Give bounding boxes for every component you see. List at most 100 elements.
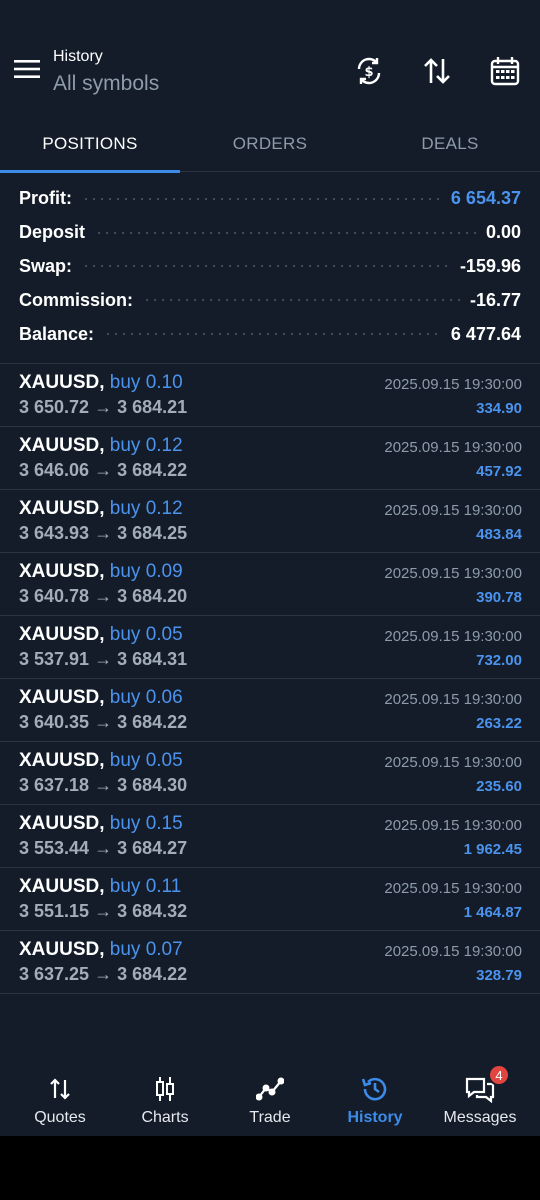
symbol-name: XAUUSD, — [19, 750, 105, 771]
position-profit: 732.00 — [476, 652, 522, 669]
nav-quotes[interactable]: Quotes — [6, 1060, 114, 1136]
summary-row-profit: Profit: 6 654.37 — [0, 182, 540, 216]
trade-icon-wrap — [216, 1074, 324, 1104]
page-subtitle: History — [53, 48, 103, 65]
menu-icon — [14, 60, 40, 78]
position-profit: 263.22 — [476, 715, 522, 732]
bottom-navigation: Quotes Charts Trade History 4 Messages — [0, 1060, 540, 1136]
position-symbol: XAUUSD, buy 0.09 — [19, 561, 183, 583]
dotted-leader — [104, 333, 441, 336]
tab-orders-label: ORDERS — [232, 134, 308, 153]
nav-quotes-label: Quotes — [34, 1109, 86, 1126]
position-time: 2025.09.15 19:30:00 — [384, 943, 522, 960]
position-symbol: XAUUSD, buy 0.12 — [19, 435, 183, 457]
charts-icon — [156, 1077, 174, 1101]
summary-row-balance: Balance: 6 477.64 — [0, 317, 540, 351]
app-window: History All symbols $ POSITIONS ORDERS D… — [0, 0, 540, 1136]
position-profit: 457.92 — [476, 463, 522, 480]
position-time: 2025.09.15 19:30:00 — [384, 502, 522, 519]
position-time: 2025.09.15 19:30:00 — [384, 691, 522, 708]
position-prices: 3 553.44 → 3 684.27 — [19, 838, 188, 858]
position-row[interactable]: XAUUSD, buy 0.12 3 646.06 → 3 684.22 202… — [0, 427, 540, 490]
position-row[interactable]: XAUUSD, buy 0.07 3 637.25 → 3 684.22 202… — [0, 931, 540, 994]
positions-list: XAUUSD, buy 0.10 3 650.72 → 3 684.21 202… — [0, 364, 540, 994]
symbol-name: XAUUSD, — [19, 498, 105, 519]
symbol-filter[interactable]: All symbols — [53, 72, 159, 96]
position-side: buy 0.05 — [109, 750, 183, 771]
position-symbol: XAUUSD, buy 0.05 — [19, 750, 183, 772]
dotted-leader — [82, 197, 441, 200]
summary-label: Balance: — [19, 323, 95, 344]
position-row[interactable]: XAUUSD, buy 0.12 3 643.93 → 3 684.25 202… — [0, 490, 540, 553]
symbol-name: XAUUSD, — [19, 624, 105, 645]
position-prices: 3 640.78 → 3 684.20 — [19, 586, 188, 606]
calendar-button[interactable] — [487, 53, 523, 89]
summary-value: -16.77 — [469, 289, 521, 310]
position-side: buy 0.05 — [109, 624, 183, 645]
position-side: buy 0.10 — [109, 372, 183, 393]
tab-orders[interactable]: ORDERS — [180, 116, 360, 172]
nav-charts[interactable]: Charts — [111, 1060, 219, 1136]
summary-value: 6 654.37 — [450, 188, 521, 209]
position-time: 2025.09.15 19:30:00 — [384, 628, 522, 645]
messages-badge: 4 — [488, 1064, 510, 1086]
summary-label: Swap: — [19, 255, 73, 276]
nav-trade[interactable]: Trade — [216, 1060, 324, 1136]
position-side: buy 0.11 — [109, 876, 182, 897]
tab-deals[interactable]: DEALS — [360, 116, 540, 172]
position-side: buy 0.12 — [109, 498, 183, 519]
position-symbol: XAUUSD, buy 0.12 — [19, 498, 183, 520]
position-prices: 3 643.93 → 3 684.25 — [19, 523, 188, 543]
summary-label: Deposit — [19, 222, 86, 243]
tab-positions[interactable]: POSITIONS — [0, 116, 180, 173]
symbol-name: XAUUSD, — [19, 813, 105, 834]
quotes-icon-wrap — [6, 1074, 114, 1104]
account-summary: Profit: 6 654.37 Deposit 0.00 Swap: -159… — [0, 182, 540, 351]
position-symbol: XAUUSD, buy 0.10 — [19, 372, 183, 394]
symbol-name: XAUUSD, — [19, 561, 105, 582]
position-symbol: XAUUSD, buy 0.07 — [19, 939, 183, 961]
currency-exchange-icon: $ — [357, 57, 381, 85]
position-profit: 334.90 — [476, 400, 522, 417]
trade-icon — [256, 1077, 284, 1101]
history-tabs: POSITIONS ORDERS DEALS — [0, 116, 540, 173]
position-time: 2025.09.15 19:30:00 — [384, 439, 522, 456]
position-time: 2025.09.15 19:30:00 — [384, 880, 522, 897]
position-row[interactable]: XAUUSD, buy 0.09 3 640.78 → 3 684.20 202… — [0, 553, 540, 616]
dotted-leader — [95, 231, 476, 234]
position-profit: 328.79 — [476, 967, 522, 984]
position-row[interactable]: XAUUSD, buy 0.15 3 553.44 → 3 684.27 202… — [0, 805, 540, 868]
position-prices: 3 637.18 → 3 684.30 — [19, 775, 188, 795]
position-side: buy 0.12 — [109, 435, 183, 456]
position-row[interactable]: XAUUSD, buy 0.11 3 551.15 → 3 684.32 202… — [0, 868, 540, 931]
position-profit: 390.78 — [476, 589, 522, 606]
position-prices: 3 646.06 → 3 684.22 — [19, 460, 188, 480]
nav-messages[interactable]: 4 Messages — [426, 1060, 534, 1136]
tab-deals-label: DEALS — [421, 134, 479, 153]
position-symbol: XAUUSD, buy 0.11 — [19, 876, 181, 898]
symbol-name: XAUUSD, — [19, 939, 105, 960]
summary-value: -159.96 — [459, 255, 521, 276]
menu-button[interactable] — [10, 52, 44, 86]
charts-icon-wrap — [111, 1074, 219, 1104]
currency-exchange-button[interactable]: $ — [351, 53, 387, 89]
position-symbol: XAUUSD, buy 0.05 — [19, 624, 183, 646]
position-prices: 3 640.35 → 3 684.22 — [19, 712, 188, 732]
nav-history[interactable]: History — [321, 1060, 429, 1136]
position-prices: 3 537.91 → 3 684.31 — [19, 649, 188, 669]
active-tab-indicator — [0, 170, 180, 173]
position-profit: 1 464.87 — [463, 904, 522, 921]
position-time: 2025.09.15 19:30:00 — [384, 376, 522, 393]
sort-button[interactable] — [419, 53, 455, 89]
position-row[interactable]: XAUUSD, buy 0.05 3 637.18 → 3 684.30 202… — [0, 742, 540, 805]
position-row[interactable]: XAUUSD, buy 0.06 3 640.35 → 3 684.22 202… — [0, 679, 540, 742]
dotted-leader — [82, 265, 450, 268]
position-row[interactable]: XAUUSD, buy 0.10 3 650.72 → 3 684.21 202… — [0, 364, 540, 427]
position-side: buy 0.06 — [109, 687, 183, 708]
symbol-name: XAUUSD, — [19, 687, 105, 708]
position-symbol: XAUUSD, buy 0.06 — [19, 687, 183, 709]
nav-charts-label: Charts — [141, 1109, 189, 1126]
position-side: buy 0.07 — [109, 939, 183, 960]
position-time: 2025.09.15 19:30:00 — [384, 817, 522, 834]
position-row[interactable]: XAUUSD, buy 0.05 3 537.91 → 3 684.31 202… — [0, 616, 540, 679]
